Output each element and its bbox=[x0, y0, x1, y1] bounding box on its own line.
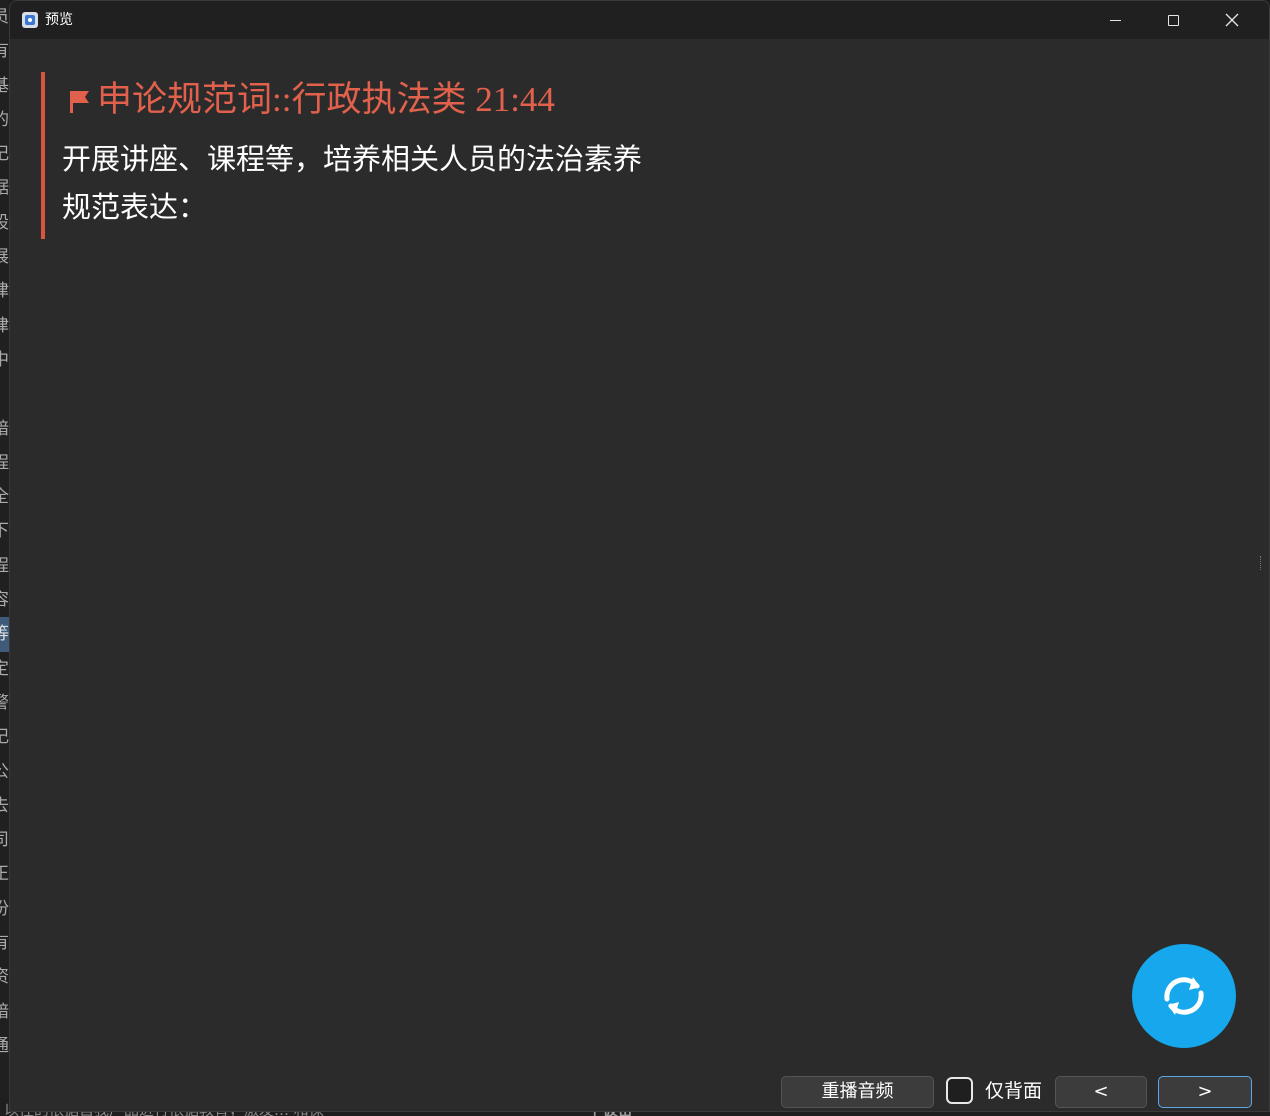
card-title-text: 申论规范词::行政执法类 21:44 bbox=[97, 80, 555, 119]
refresh-icon bbox=[1164, 977, 1204, 1015]
back-only-label: 仅背面 bbox=[985, 1080, 1043, 1102]
card-answer-prompt: 规范表达： bbox=[62, 190, 208, 224]
background-strip-char: 容 bbox=[0, 590, 9, 611]
background-strip-char: 全 bbox=[0, 487, 9, 508]
background-strip-char: 律 bbox=[0, 315, 9, 336]
card-title: 申论规范词::行政执法类 21:44 bbox=[67, 78, 555, 122]
background-strip-char: 公 bbox=[0, 761, 9, 782]
background-strip-char: 股 bbox=[0, 212, 9, 233]
flag-icon bbox=[70, 91, 89, 113]
card-question-text: 开展讲座、课程等，培养相关人员的法治素养 bbox=[62, 142, 643, 176]
background-strip-char: 记 bbox=[0, 144, 9, 165]
background-strip-char: 份 bbox=[0, 898, 9, 919]
background-strip-char: 通 bbox=[0, 1035, 9, 1056]
background-strip-char: 有 bbox=[0, 933, 9, 954]
background-strip-char: 等 bbox=[0, 617, 9, 652]
background-strip-char: 的 bbox=[0, 109, 9, 130]
back-only-checkbox[interactable] bbox=[946, 1077, 973, 1104]
background-strip-char: 去 bbox=[0, 795, 9, 816]
next-button[interactable]: > bbox=[1158, 1076, 1252, 1108]
background-strip-char: 展 bbox=[0, 247, 9, 268]
background-strip-char: 记 bbox=[0, 727, 9, 748]
background-strip-char: 司 bbox=[0, 830, 9, 851]
background-strip-char: 警 bbox=[0, 692, 9, 713]
background-strip-char: 程 bbox=[0, 452, 9, 473]
app-icon bbox=[22, 12, 38, 28]
background-strip-char: 暗 bbox=[0, 1001, 9, 1022]
close-button[interactable] bbox=[1203, 1, 1261, 39]
close-icon bbox=[1225, 13, 1239, 27]
background-strip-char: 程 bbox=[0, 555, 9, 576]
title-bar[interactable]: 预览 bbox=[10, 1, 1269, 39]
background-strip-char: 下 bbox=[0, 521, 9, 542]
refresh-button[interactable] bbox=[1132, 944, 1236, 1048]
replay-audio-button[interactable]: 重播音频 bbox=[781, 1076, 934, 1108]
resize-handle[interactable] bbox=[1260, 556, 1262, 570]
background-strip-char: 中 bbox=[0, 349, 9, 370]
preview-window: 预览 申论规范词::行政执法类 21:44 开展讲座、课程等，培养相关人员的法治… bbox=[9, 0, 1270, 1112]
background-strip-char: 资 bbox=[0, 967, 9, 988]
minimize-button[interactable] bbox=[1086, 1, 1144, 39]
background-strip-char: 据 bbox=[0, 178, 9, 199]
minimize-icon bbox=[1109, 19, 1121, 21]
background-strip-char: 员 bbox=[0, 7, 9, 27]
window-title: 预览 bbox=[45, 12, 73, 28]
background-strip-char: 定 bbox=[0, 658, 9, 679]
background-strip-char bbox=[0, 377, 9, 411]
previous-button[interactable]: < bbox=[1055, 1076, 1147, 1108]
background-strip-char: 基 bbox=[0, 75, 9, 96]
maximize-icon bbox=[1167, 14, 1179, 26]
background-strip-char: 暗 bbox=[0, 418, 9, 439]
maximize-button[interactable] bbox=[1144, 1, 1202, 39]
background-strip-char: 正 bbox=[0, 864, 9, 885]
background-strip-char: 有 bbox=[0, 41, 9, 62]
background-app-strip: 员有基的记据股展律律中 暗程全下程容等定警记公去司正份有资暗通 bbox=[0, 0, 9, 1116]
background-strip-char: 律 bbox=[0, 281, 9, 302]
